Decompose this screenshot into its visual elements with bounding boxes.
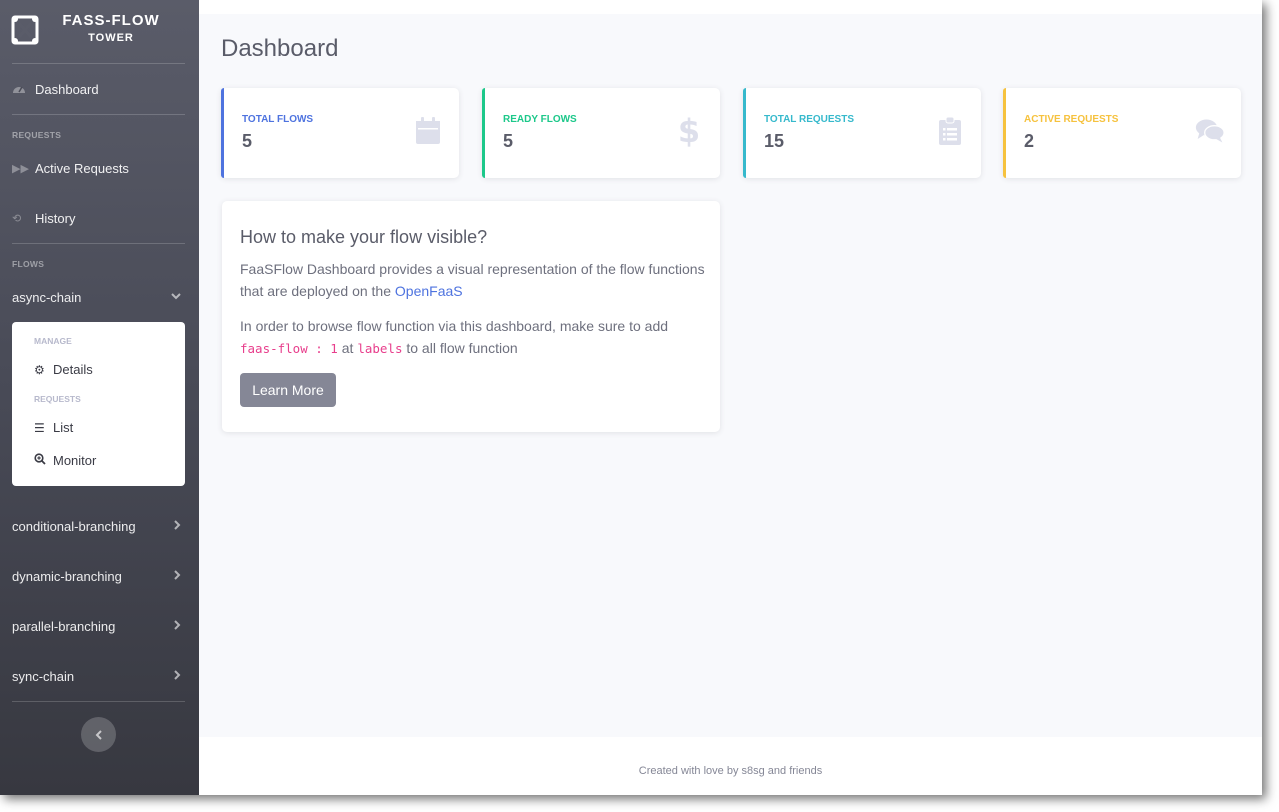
flow-item-label: conditional-branching [12,518,136,534]
flow-item-label: sync-chain [12,668,75,684]
calendar-icon [413,115,443,147]
fast-forward-icon: ▶▶ [12,162,29,175]
brand-title: FASS-FLOW [62,12,160,29]
card-value: 15 [764,131,785,151]
sidebar-divider [12,63,185,64]
nav-active-requests-label: Active Requests [35,160,129,176]
flow-item-conditional-branching[interactable]: conditional-branching [12,515,187,537]
nav-dashboard-label: Dashboard [35,81,99,97]
brand-subtitle: TOWER [88,32,134,44]
flow-item-label: dynamic-branching [12,568,122,584]
flow-item-label: async-chain [12,289,82,305]
nav-history[interactable]: ⟲ History [12,206,187,230]
tachometer-icon [12,83,30,95]
submenu-monitor-label: Monitor [53,453,97,468]
info-at-text: at [337,340,358,356]
info-paragraph-2: In order to browse flow function via thi… [240,315,710,360]
submenu-requests-heading: REQUESTS [34,394,81,404]
submenu-details-label: Details [53,362,93,377]
flow-item-sync-chain[interactable]: sync-chain [12,665,187,687]
sidebar-divider [12,243,185,244]
chevron-right-icon [174,519,181,533]
chevron-left-icon [95,729,102,740]
search-plus-icon [34,453,50,468]
chevron-right-icon [174,619,181,633]
cogs-icon: ⚙ [34,362,45,377]
card-label: TOTAL REQUESTS [764,114,855,125]
card-label: ACTIVE REQUESTS [1024,114,1119,125]
card-accent-bar [221,88,224,178]
stat-card-active-requests: ACTIVE REQUESTS 2 [1003,88,1241,178]
sidebar-divider [12,114,185,115]
requests-heading: REQUESTS [12,130,62,140]
info-paragraph-1: FaaSFlow Dashboard provides a visual rep… [240,258,710,302]
submenu-details[interactable]: ⚙ Details [34,362,93,377]
info-card: How to make your flow visible? FaaSFlow … [222,201,720,432]
info-paragraph-2-tail: to all flow function [402,340,518,356]
chevron-right-icon [174,669,181,683]
nav-history-label: History [35,210,76,226]
card-value: 5 [242,131,253,151]
chevron-right-icon [174,569,181,583]
flow-item-label: parallel-branching [12,618,116,634]
card-accent-bar [482,88,485,178]
info-paragraph-1-text: FaaSFlow Dashboard provides a visual rep… [240,261,705,299]
tasks-icon: ☰ [34,420,45,435]
page-title: Dashboard [221,35,339,62]
submenu-list[interactable]: ☰ List [34,420,73,435]
comments-icon [1195,115,1225,147]
flow-submenu: MANAGE ⚙ Details REQUESTS ☰ List Monitor [12,322,185,486]
stat-card-total-flows: TOTAL FLOWS 5 [221,88,459,178]
card-value: 2 [1024,131,1035,151]
submenu-monitor[interactable]: Monitor [34,453,96,468]
learn-more-button[interactable]: Learn More [240,373,336,407]
card-label: READY FLOWS [503,114,577,125]
flow-item-dynamic-branching[interactable]: dynamic-branching [12,565,187,587]
chevron-down-icon [171,291,181,303]
card-accent-bar [743,88,746,178]
brand[interactable]: FASS-FLOW TOWER [0,0,199,62]
labels-code: labels [357,341,403,356]
nav-dashboard[interactable]: Dashboard [12,77,187,101]
topbar [199,0,1262,14]
sidebar-divider [12,701,185,702]
nav-active-requests[interactable]: ▶▶ Active Requests [12,156,187,180]
history-icon: ⟲ [12,212,22,225]
sidebar: FASS-FLOW TOWER Dashboard REQUESTS ▶▶ Ac… [0,0,199,795]
footer-text: Created with love by s8sg and friends [638,765,823,777]
flows-heading: FLOWS [12,259,45,269]
stat-card-total-requests: TOTAL REQUESTS 15 [743,88,981,178]
submenu-list-label: List [53,420,74,435]
openfaas-link[interactable]: OpenFaaS [395,283,463,299]
stat-card-ready-flows: READY FLOWS 5 $ [482,88,720,178]
card-label: TOTAL FLOWS [242,114,314,125]
clipboard-list-icon [935,115,965,147]
card-accent-bar [1003,88,1006,178]
logo-icon [11,15,39,45]
dollar-icon: $ [677,112,701,150]
card-value: 5 [503,131,514,151]
app-window: FASS-FLOW TOWER Dashboard REQUESTS ▶▶ Ac… [0,0,1262,795]
flow-item-async-chain[interactable]: async-chain [12,286,187,308]
info-title: How to make your flow visible? [240,227,488,247]
label-code: faas-flow : 1 [240,341,338,356]
footer: Created with love by s8sg and friends [199,737,1262,795]
info-paragraph-2-text: In order to browse flow function via thi… [240,318,669,334]
brand-name: FASS-FLOW TOWER [54,12,168,44]
sidebar-toggle-button[interactable] [81,717,116,752]
manage-heading: MANAGE [34,336,72,346]
flow-item-parallel-branching[interactable]: parallel-branching [12,615,187,637]
